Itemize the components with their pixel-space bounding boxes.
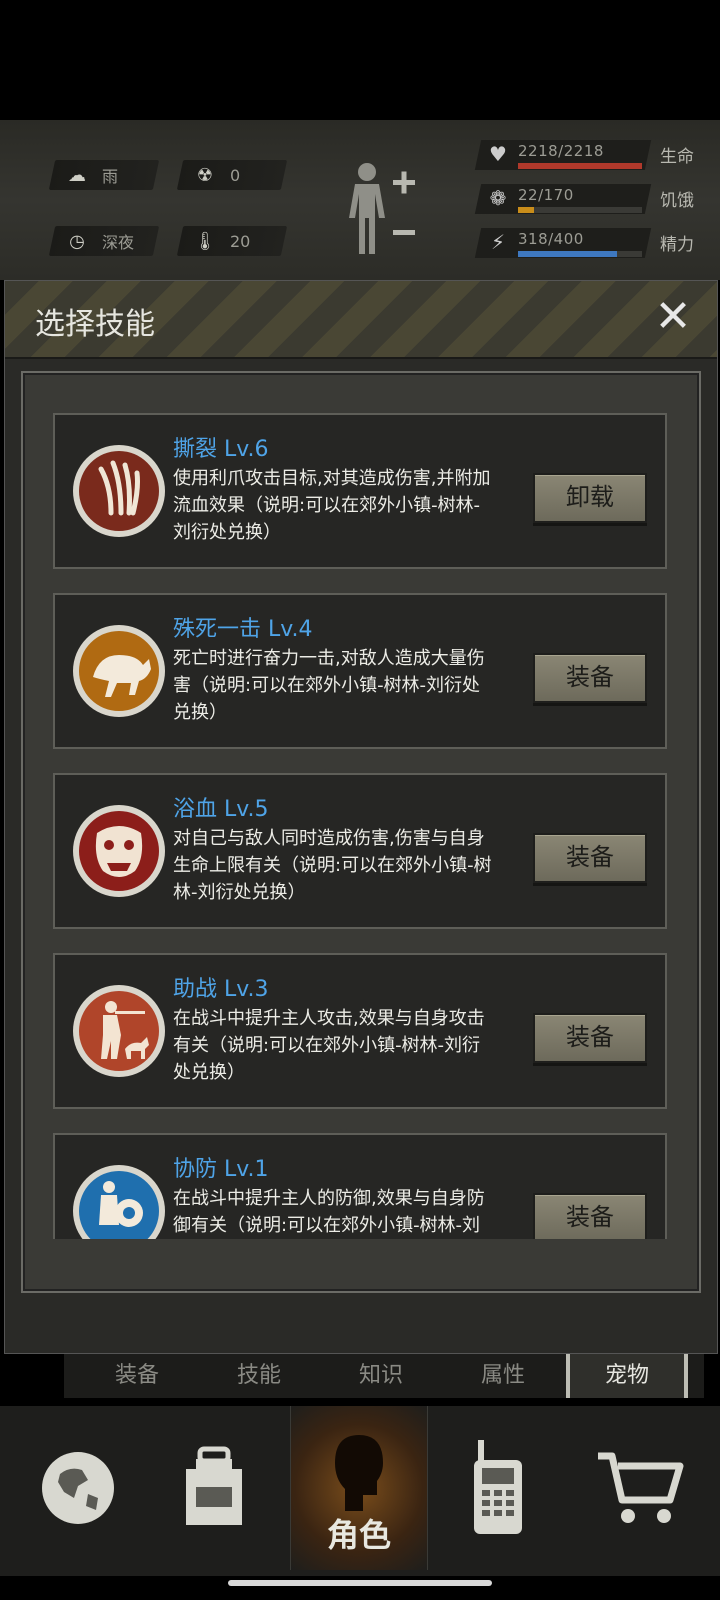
rain-cloud-icon: ☁: [68, 164, 86, 186]
shield-warrior-icon: [71, 1153, 167, 1239]
hunger-stat: ❁ 22/170 饥饿: [474, 178, 698, 214]
skill-description: 对自己与敌人同时造成伤害,伤害与自身生命上限有关（说明:可以在郊外小镇-树林-刘…: [173, 828, 492, 903]
tab-equipment[interactable]: 装备: [76, 1354, 198, 1398]
panel-title: 选择技能: [35, 307, 155, 342]
skill-card: 协防 Lv.1 在战斗中提升主人的防御,效果与自身防御有关（说明:可以在郊外小镇…: [53, 1133, 667, 1239]
hunger-bar: [518, 207, 642, 213]
character-tabs: 装备 技能 知识 属性 宠物: [64, 1354, 704, 1398]
skill-name: 助战 Lv.3: [173, 977, 269, 1002]
radiation-value: 0: [230, 165, 241, 185]
nav-backpack[interactable]: [146, 1406, 282, 1570]
tab-knowledge[interactable]: 知识: [320, 1354, 442, 1398]
skill-list[interactable]: 撕裂 Lv.6 使用利爪攻击目标,对其造成伤害,并附加流血效果（说明:可以在郊外…: [21, 371, 701, 1293]
equip-button[interactable]: 装备: [533, 653, 647, 703]
equip-button[interactable]: 装备: [533, 833, 647, 883]
hunger-value: 22/170: [518, 186, 574, 204]
tab-attributes[interactable]: 属性: [442, 1354, 564, 1398]
energy-label: 精力: [660, 235, 694, 255]
home-indicator[interactable]: [228, 1580, 492, 1586]
hunger-label: 饥饿: [660, 191, 694, 211]
time-label: 深夜: [102, 233, 135, 252]
tab-pet[interactable]: 宠物: [566, 1354, 688, 1398]
bottom-nav: 角色: [0, 1406, 720, 1576]
skill-card: 撕裂 Lv.6 使用利爪攻击目标,对其造成伤害,并附加流血效果（说明:可以在郊外…: [53, 413, 667, 569]
skill-name: 浴血 Lv.5: [173, 797, 269, 822]
radiation-icon: ☢: [196, 164, 214, 186]
skill-card: 助战 Lv.3 在战斗中提升主人攻击,效果与自身攻击有关（说明:可以在郊外小镇-…: [53, 953, 667, 1109]
stomach-icon: ❁: [489, 186, 507, 210]
close-icon[interactable]: ✕: [653, 295, 693, 339]
unequip-button[interactable]: 卸载: [533, 473, 647, 523]
skill-description: 在战斗中提升主人的防御,效果与自身防御有关（说明:可以在郊外小镇-树林-刘衍处兑…: [173, 1188, 485, 1236]
health-bar: [518, 163, 642, 169]
time-indicator: ◷ 深夜: [48, 226, 160, 256]
health-stat: ♥ 2218/2218 生命: [474, 134, 698, 170]
backpack-icon: [186, 1446, 242, 1525]
skill-name: 协防 Lv.1: [173, 1157, 269, 1182]
skill-description: 使用利爪攻击目标,对其造成伤害,并附加流血效果（说明:可以在郊外小镇-树林-刘衍…: [173, 468, 491, 543]
skill-name: 撕裂 Lv.6: [173, 437, 269, 462]
nav-character[interactable]: 角色: [290, 1406, 428, 1570]
skill-description: 在战斗中提升主人攻击,效果与自身攻击有关（说明:可以在郊外小镇-树林-刘衍处兑换…: [173, 1008, 485, 1083]
hunter-dog-icon: [71, 973, 167, 1089]
radiation-indicator: ☢ 0: [176, 160, 288, 190]
nav-shop[interactable]: [572, 1406, 708, 1570]
energy-icon: ⚡: [490, 230, 506, 254]
temperature-indicator: 🌡 20: [176, 226, 288, 256]
thermometer-icon: 🌡: [193, 230, 217, 252]
skill-description: 死亡时进行奋力一击,对敌人造成大量伤害（说明:可以在郊外小镇-树林-刘衍处兑换）: [173, 648, 485, 723]
health-value: 2218/2218: [518, 142, 604, 160]
skill-card: 浴血 Lv.5 对自己与敌人同时造成伤害,伤害与自身生命上限有关（说明:可以在郊…: [53, 773, 667, 929]
skill-name: 殊死一击 Lv.4: [173, 617, 313, 642]
temperature-value: 20: [230, 231, 251, 251]
equip-button[interactable]: 装备: [533, 1013, 647, 1063]
energy-bar: [518, 251, 642, 257]
nav-radio[interactable]: [430, 1406, 566, 1570]
weather-label: 雨: [102, 167, 119, 186]
weather-indicator: ☁ 雨: [48, 160, 160, 190]
nav-character-label: 角色: [326, 1516, 391, 1554]
nav-world[interactable]: [10, 1406, 146, 1570]
charging-bull-icon: [71, 613, 167, 729]
energy-value: 318/400: [518, 230, 584, 248]
body-plus-minus-icon[interactable]: [345, 160, 435, 260]
shopping-cart-icon: [598, 1452, 684, 1523]
walkie-talkie-icon: [474, 1440, 522, 1534]
beast-face-icon: [71, 793, 167, 909]
clock-icon: ◷: [69, 230, 85, 252]
heart-icon: ♥: [489, 142, 507, 166]
claw-icon: [71, 433, 167, 549]
globe-icon: [42, 1452, 114, 1524]
panel-header: 选择技能 ✕: [5, 281, 717, 359]
health-label: 生命: [660, 147, 694, 167]
skill-card: 殊死一击 Lv.4 死亡时进行奋力一击,对敌人造成大量伤害（说明:可以在郊外小镇…: [53, 593, 667, 749]
tab-skills[interactable]: 技能: [198, 1354, 320, 1398]
skill-select-panel: 选择技能 ✕ 撕裂 Lv.6 使用利爪攻击目标,对其造成伤害,并附加流血效果（说…: [4, 280, 718, 1354]
equip-button[interactable]: 装备: [533, 1193, 647, 1239]
energy-stat: ⚡ 318/400 精力: [474, 222, 698, 258]
